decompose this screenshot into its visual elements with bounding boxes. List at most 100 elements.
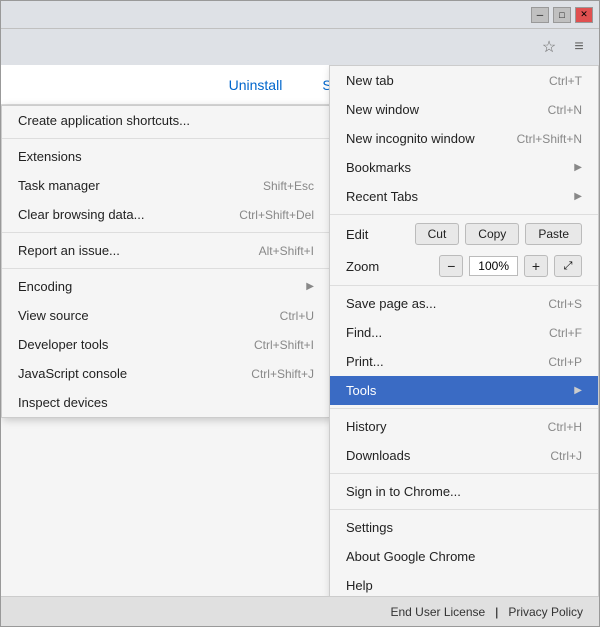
history-item[interactable]: History Ctrl+H: [330, 412, 598, 441]
downloads-shortcut: Ctrl+J: [550, 449, 582, 463]
save-page-item[interactable]: Save page as... Ctrl+S: [330, 289, 598, 318]
find-item[interactable]: Find... Ctrl+F: [330, 318, 598, 347]
uninstall-link[interactable]: Uninstall: [229, 77, 283, 93]
report-issue-item[interactable]: Report an issue... Alt+Shift+I: [2, 236, 330, 265]
clear-browsing-item[interactable]: Clear browsing data... Ctrl+Shift+Del: [2, 200, 330, 229]
view-source-item[interactable]: View source Ctrl+U: [2, 301, 330, 330]
clear-browsing-label: Clear browsing data...: [18, 207, 144, 222]
encoding-label: Encoding: [18, 279, 72, 294]
privacy-policy-link[interactable]: Privacy Policy: [508, 605, 583, 619]
maximize-button[interactable]: □: [553, 7, 571, 23]
close-button[interactable]: ✕: [575, 7, 593, 23]
about-chrome-item[interactable]: About Google Chrome: [330, 542, 598, 571]
report-issue-label: Report an issue...: [18, 243, 120, 258]
page-content: Uninstall Support ⭐ 🎧 ✉ Get Tasks Done w…: [1, 65, 599, 596]
new-window-label: New window: [346, 102, 419, 117]
history-label: History: [346, 419, 386, 434]
minimize-button[interactable]: ─: [531, 7, 549, 23]
footer-bar: End User License | Privacy Policy: [1, 596, 599, 626]
edit-row: Edit Cut Copy Paste: [330, 218, 598, 250]
tools-arrow-icon: ▶: [574, 385, 582, 396]
paste-button[interactable]: Paste: [525, 223, 582, 245]
javascript-console-shortcut: Ctrl+Shift+J: [251, 367, 314, 381]
save-page-shortcut: Ctrl+S: [548, 297, 582, 311]
extensions-item[interactable]: Extensions: [2, 142, 330, 171]
edit-label: Edit: [346, 227, 409, 242]
browser-toolbar: ☆ ≡: [1, 29, 599, 65]
history-shortcut: Ctrl+H: [548, 420, 582, 434]
find-shortcut: Ctrl+F: [549, 326, 582, 340]
create-shortcuts-label: Create application shortcuts...: [18, 113, 190, 128]
zoom-row: Zoom − 100% + ⤢: [330, 250, 598, 282]
new-incognito-shortcut: Ctrl+Shift+N: [517, 132, 582, 146]
menu-divider-r5: [330, 509, 598, 510]
new-tab-label: New tab: [346, 73, 394, 88]
view-source-label: View source: [18, 308, 89, 323]
about-chrome-label: About Google Chrome: [346, 549, 475, 564]
zoom-in-button[interactable]: +: [524, 255, 548, 277]
sign-in-item[interactable]: Sign in to Chrome...: [330, 477, 598, 506]
developer-tools-shortcut: Ctrl+Shift+I: [254, 338, 314, 352]
chrome-main-menu: New tab Ctrl+T New window Ctrl+N New inc…: [329, 65, 599, 596]
help-item[interactable]: Help: [330, 571, 598, 596]
new-tab-shortcut: Ctrl+T: [549, 74, 582, 88]
inspect-devices-label: Inspect devices: [18, 395, 108, 410]
find-label: Find...: [346, 325, 382, 340]
title-bar-buttons: ─ □ ✕: [531, 7, 593, 23]
create-shortcuts-item[interactable]: Create application shortcuts...: [2, 106, 330, 135]
javascript-console-item[interactable]: JavaScript console Ctrl+Shift+J: [2, 359, 330, 388]
print-item[interactable]: Print... Ctrl+P: [330, 347, 598, 376]
task-manager-label: Task manager: [18, 178, 100, 193]
copy-button[interactable]: Copy: [465, 223, 519, 245]
inspect-devices-item[interactable]: Inspect devices: [2, 388, 330, 417]
menu-divider-2: [2, 232, 330, 233]
task-manager-shortcut: Shift+Esc: [263, 179, 314, 193]
zoom-label: Zoom: [346, 259, 433, 274]
encoding-arrow-icon: ▶: [306, 281, 314, 292]
new-window-item[interactable]: New window Ctrl+N: [330, 95, 598, 124]
help-label: Help: [346, 578, 373, 593]
menu-divider-1: [2, 138, 330, 139]
report-issue-shortcut: Alt+Shift+I: [259, 244, 314, 258]
encoding-item[interactable]: Encoding ▶: [2, 272, 330, 301]
settings-label: Settings: [346, 520, 393, 535]
footer-separator: |: [495, 605, 498, 619]
title-bar: ─ □ ✕: [1, 1, 599, 29]
menu-divider-r1: [330, 214, 598, 215]
settings-item[interactable]: Settings: [330, 513, 598, 542]
cut-button[interactable]: Cut: [415, 223, 460, 245]
bookmarks-arrow-icon: ▶: [574, 162, 582, 173]
clear-browsing-shortcut: Ctrl+Shift+Del: [239, 208, 314, 222]
bookmark-star-icon[interactable]: ☆: [537, 35, 561, 59]
zoom-fullscreen-button[interactable]: ⤢: [554, 255, 582, 277]
sign-in-label: Sign in to Chrome...: [346, 484, 461, 499]
menu-divider-r2: [330, 285, 598, 286]
zoom-value-display: 100%: [469, 256, 518, 276]
extensions-label: Extensions: [18, 149, 82, 164]
view-source-shortcut: Ctrl+U: [280, 309, 314, 323]
menu-divider-r4: [330, 473, 598, 474]
task-manager-item[interactable]: Task manager Shift+Esc: [2, 171, 330, 200]
recent-tabs-item[interactable]: Recent Tabs ▶: [330, 182, 598, 211]
zoom-out-button[interactable]: −: [439, 255, 463, 277]
recent-tabs-label: Recent Tabs: [346, 189, 418, 204]
downloads-label: Downloads: [346, 448, 410, 463]
print-label: Print...: [346, 354, 384, 369]
bookmarks-item[interactable]: Bookmarks ▶: [330, 153, 598, 182]
tools-item[interactable]: Tools ▶: [330, 376, 598, 405]
tools-submenu: Create application shortcuts... Extensio…: [1, 105, 331, 418]
new-incognito-label: New incognito window: [346, 131, 475, 146]
new-tab-item[interactable]: New tab Ctrl+T: [330, 66, 598, 95]
downloads-item[interactable]: Downloads Ctrl+J: [330, 441, 598, 470]
new-window-shortcut: Ctrl+N: [548, 103, 582, 117]
javascript-console-label: JavaScript console: [18, 366, 127, 381]
end-user-license-link[interactable]: End User License: [390, 605, 485, 619]
chrome-menu-icon[interactable]: ≡: [567, 35, 591, 59]
menu-divider-3: [2, 268, 330, 269]
bookmarks-label: Bookmarks: [346, 160, 411, 175]
browser-window: ─ □ ✕ ☆ ≡ Uninstall Support ⭐ 🎧 ✉ Get Ta…: [0, 0, 600, 627]
new-incognito-item[interactable]: New incognito window Ctrl+Shift+N: [330, 124, 598, 153]
save-page-label: Save page as...: [346, 296, 436, 311]
developer-tools-label: Developer tools: [18, 337, 108, 352]
developer-tools-item[interactable]: Developer tools Ctrl+Shift+I: [2, 330, 330, 359]
